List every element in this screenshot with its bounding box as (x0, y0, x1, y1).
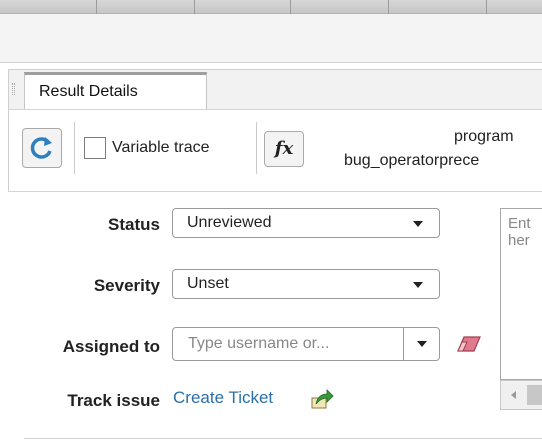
ticket-export-icon[interactable] (310, 388, 334, 415)
status-value: Unreviewed (187, 214, 272, 231)
toolbar-separator (74, 122, 75, 174)
status-select[interactable]: Unreviewed (172, 208, 440, 238)
track-issue-label: Track issue (67, 391, 160, 410)
top-toolbar-strip (0, 0, 542, 14)
bottom-divider (24, 438, 542, 439)
assigned-to-combo (172, 327, 440, 361)
create-ticket-link[interactable]: Create Ticket (173, 388, 273, 408)
dropdown-arrow-icon[interactable] (417, 341, 427, 347)
eraser-icon[interactable] (454, 334, 484, 361)
program-label: program (454, 128, 514, 145)
fx-button[interactable]: fx (264, 131, 304, 167)
program-info: program bug_operatorprece (330, 126, 542, 176)
severity-select[interactable]: Unset (172, 269, 440, 299)
upper-pane (0, 14, 542, 62)
program-file-label: bug_operatorprece (344, 152, 480, 169)
comment-scrollbar[interactable] (500, 380, 542, 410)
dropdown-arrow-icon (413, 282, 423, 288)
pane-divider (0, 62, 542, 63)
severity-label: Severity (93, 276, 160, 295)
status-label: Status (108, 215, 160, 234)
severity-value: Unset (187, 275, 229, 292)
section-divider (8, 191, 542, 192)
toolbar-separator (256, 122, 257, 174)
fx-icon: fx (274, 138, 294, 159)
scroll-thumb[interactable] (527, 385, 542, 405)
tab-label: Result Details (39, 83, 138, 100)
scroll-left-icon[interactable] (511, 391, 516, 399)
result-details-window: Result Details Variable trace fx program… (0, 0, 542, 446)
assigned-to-label: Assigned to (62, 337, 160, 356)
assigned-to-input[interactable] (174, 329, 402, 359)
variable-trace-checkbox[interactable] (84, 137, 106, 159)
tab-grip-handle[interactable] (12, 83, 15, 95)
variable-trace-label: Variable trace (112, 139, 210, 156)
dropdown-arrow-icon (413, 221, 423, 227)
refresh-button[interactable] (22, 128, 62, 168)
comment-placeholder: Ent her (508, 215, 531, 249)
tab-result-details[interactable]: Result Details (24, 72, 207, 109)
